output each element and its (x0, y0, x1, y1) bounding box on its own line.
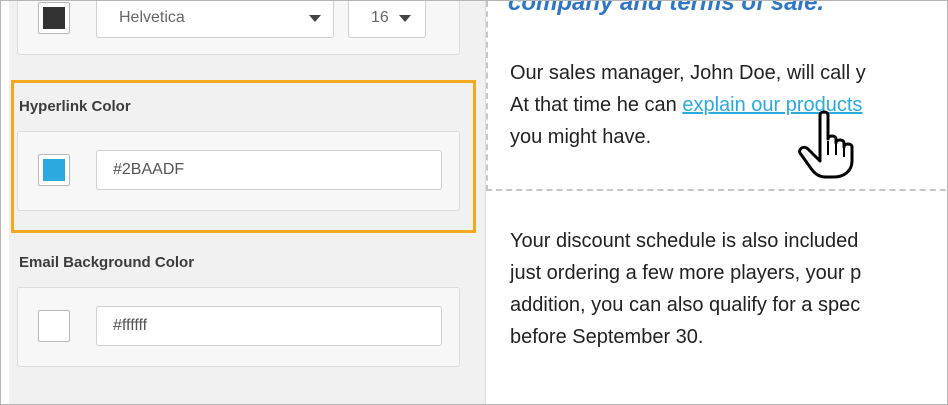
editor-window: Helvetica 16 Hyperlink Color #2BAADF Ema… (0, 0, 948, 405)
chevron-down-icon (399, 15, 411, 22)
paragraph-2-line-1: Your discount schedule is also included (510, 230, 859, 252)
font-family-select[interactable]: Helvetica (96, 1, 334, 38)
email-heading: company and terms of sale. (508, 0, 825, 16)
paragraph-1-line-3: you might have. (510, 121, 651, 153)
font-size-select[interactable]: 16 (348, 1, 426, 38)
paragraph-2-line-2: just ordering a few more players, your p (510, 262, 862, 284)
email-background-color-swatch-fill (43, 315, 65, 337)
hand-pointer-icon (798, 110, 854, 179)
paragraph-2-line-3: addition, you can also qualify for a spe… (510, 294, 861, 316)
email-background-color-box: #ffffff (17, 287, 460, 367)
paragraph-1-line-1: Our sales manager, John Doe, will call y (510, 57, 866, 89)
email-background-color-input[interactable]: #ffffff (96, 306, 442, 346)
paragraph-2-line-4: before September 30. (510, 326, 704, 348)
paragraph-1-line-2-text: At that time he can (510, 94, 683, 116)
hyperlink-section-highlight (11, 80, 476, 233)
panel-gutter (1, 1, 9, 404)
email-preview: company and terms of sale. Our sales man… (486, 1, 947, 404)
font-settings-box: Helvetica 16 (17, 1, 460, 55)
font-family-value: Helvetica (119, 9, 185, 26)
selected-block-border-bottom (486, 189, 947, 191)
paragraph-1-line-3-text: you might have. (510, 126, 652, 148)
email-background-color-label: Email Background Color (19, 254, 195, 271)
email-background-color-swatch[interactable] (38, 310, 70, 342)
paragraph-1-line-1-text: Our sales manager, John Doe, will call y (510, 62, 866, 84)
text-color-swatch-fill (43, 7, 65, 29)
chevron-down-icon (309, 15, 321, 22)
font-size-value: 16 (371, 9, 389, 26)
selected-block-border (486, 1, 488, 191)
text-color-swatch[interactable] (38, 2, 70, 34)
